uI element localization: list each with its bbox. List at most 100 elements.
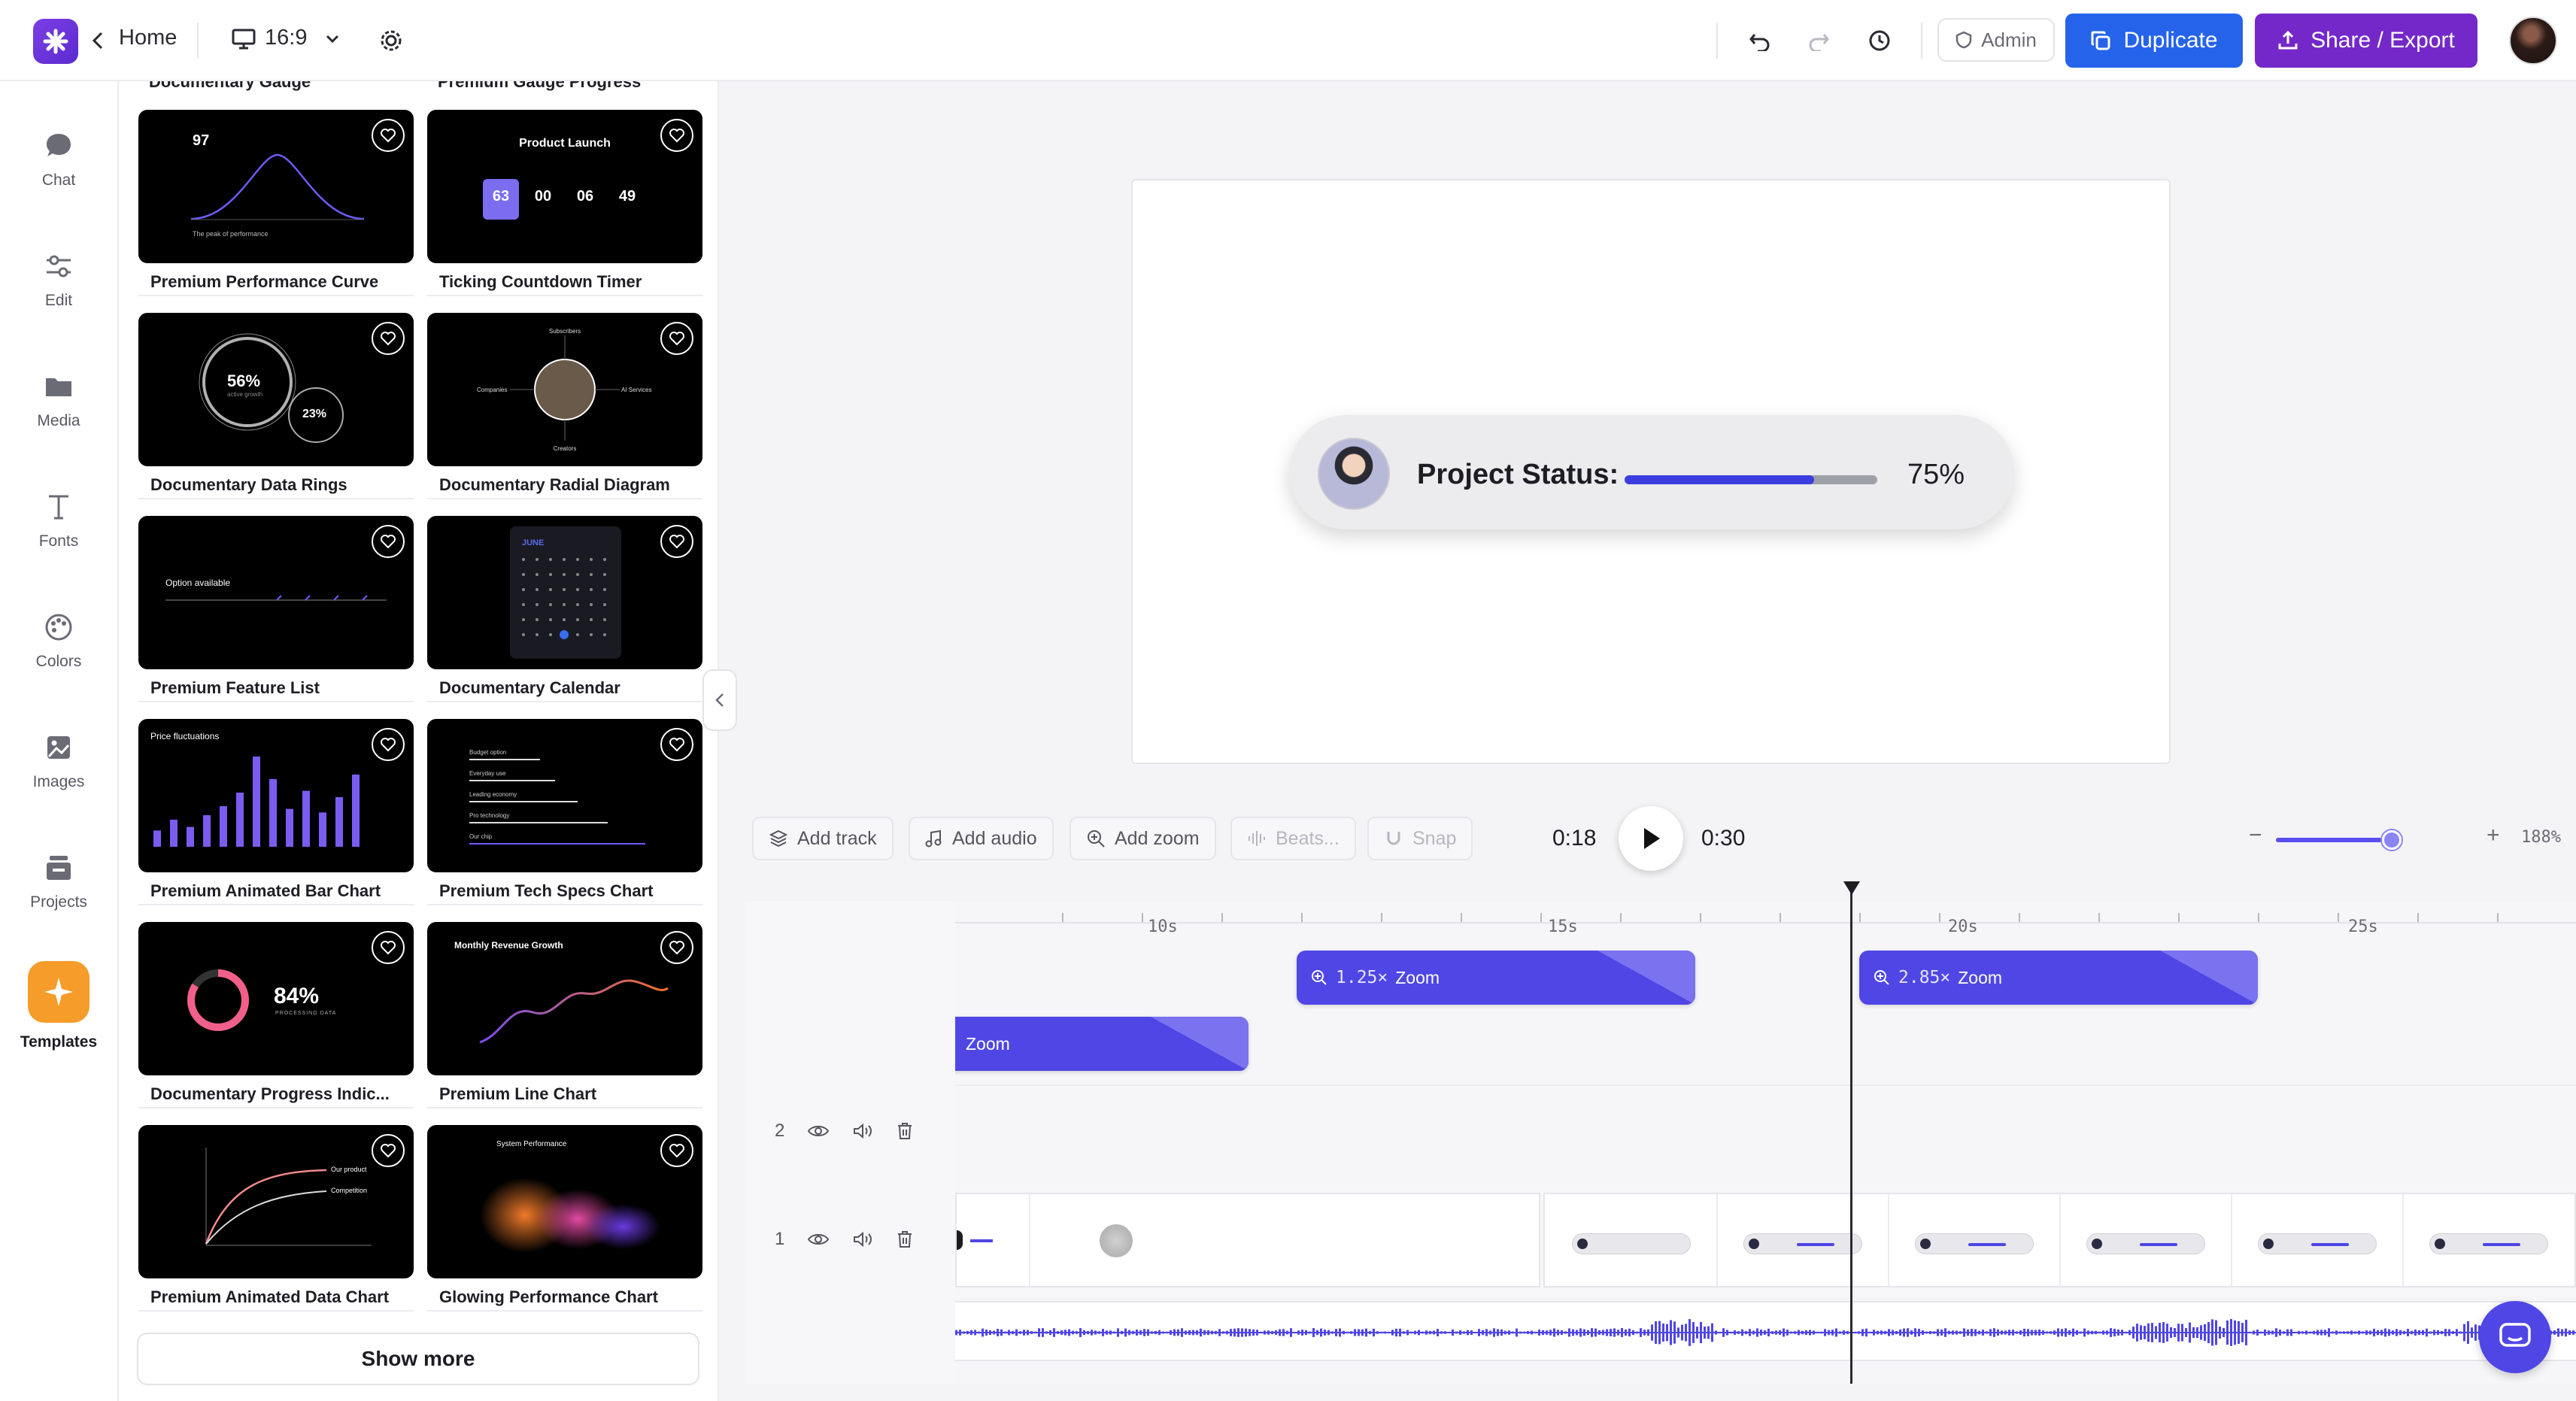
add-audio-button[interactable]: Add audio (909, 817, 1054, 860)
favorite-heart-icon[interactable] (660, 931, 693, 964)
support-chat-button[interactable] (2479, 1301, 2551, 1373)
template-card[interactable]: 84% PROCESSING DATA Documentary Progress… (138, 922, 414, 1110)
template-card-label: Premium Feature List (150, 678, 320, 697)
duplicate-button[interactable]: Duplicate (2065, 14, 2243, 68)
favorite-heart-icon[interactable] (660, 728, 693, 761)
trash-icon[interactable] (896, 1121, 914, 1141)
eye-icon[interactable] (807, 1123, 830, 1139)
zoom-block[interactable]: 1.25× Zoom (1297, 951, 1695, 1005)
template-card[interactable]: Budget option Everyday use Leading econo… (427, 719, 702, 907)
aspect-ratio-select[interactable]: 16:9 (265, 26, 307, 50)
eye-icon[interactable] (807, 1231, 830, 1248)
waveform-sample (2219, 1326, 2221, 1339)
add-zoom-button[interactable]: Add zoom (1070, 817, 1216, 860)
clip-divider (2059, 1194, 2061, 1286)
snap-button[interactable]: Snap (1367, 817, 1473, 860)
favorite-heart-icon[interactable] (372, 322, 405, 355)
add-track-button[interactable]: Add track (752, 817, 894, 860)
video-clip[interactable] (1543, 1193, 2576, 1287)
card-divider (427, 295, 702, 296)
waveform-sample (1403, 1331, 1405, 1334)
waveform-sample (2369, 1330, 2371, 1335)
video-clip[interactable] (955, 1193, 1540, 1287)
calendar-day (576, 603, 579, 606)
nav-item-chat[interactable]: Chat (0, 131, 117, 190)
nav-item-colors[interactable]: Colors (0, 612, 117, 671)
favorite-heart-icon[interactable] (660, 525, 693, 558)
waveform-sample (1354, 1329, 1356, 1336)
home-link[interactable]: Home (119, 26, 177, 50)
trash-icon[interactable] (896, 1230, 914, 1249)
nav-item-templates[interactable]: Templates (0, 961, 117, 1051)
waveform-sample (1185, 1330, 1187, 1335)
template-card[interactable]: Our product Competition Premium Animated… (138, 1125, 414, 1313)
template-card[interactable]: 56% active growth 23% Documentary Data R… (138, 313, 414, 501)
beats-button[interactable]: Beats... (1230, 817, 1356, 860)
favorite-heart-icon[interactable] (372, 728, 405, 761)
nav-item-fonts[interactable]: Fonts (0, 492, 117, 550)
favorite-heart-icon[interactable] (372, 1134, 405, 1167)
template-card[interactable]: Price fluctuations Premium Animated Bar … (138, 719, 414, 907)
zoom-block[interactable]: 2.85× Zoom (1859, 951, 2258, 1005)
back-chevron-icon[interactable] (89, 27, 107, 54)
snap-label: Snap (1412, 827, 1457, 849)
waveform-sample (1820, 1331, 1822, 1334)
nav-item-images[interactable]: Images (0, 732, 117, 791)
favorite-heart-icon[interactable] (660, 322, 693, 355)
ruler-tick (2258, 913, 2259, 922)
waveform-sample (1305, 1330, 1307, 1336)
template-card[interactable]: Product Launch 63 00 06 49 Ticking Count… (427, 110, 702, 298)
waveform-sample (974, 1330, 976, 1336)
waveform-sample (1846, 1330, 1849, 1335)
favorite-heart-icon[interactable] (660, 119, 693, 152)
playhead-line[interactable] (1850, 890, 1852, 1384)
waveform-sample (1433, 1330, 1435, 1335)
waveform-sample (1771, 1331, 1773, 1334)
template-card[interactable]: Subscribers Companies AI Services Creato… (427, 313, 702, 501)
favorite-heart-icon[interactable] (372, 525, 405, 558)
zoom-slider-handle[interactable] (2382, 830, 2402, 850)
zoom-out-button[interactable]: − (2249, 823, 2262, 848)
nav-item-projects[interactable]: Projects (0, 853, 117, 911)
project-status-widget[interactable]: Project Status: 75% (1289, 415, 2014, 529)
playhead-handle[interactable] (1843, 881, 1860, 895)
volume-icon[interactable] (852, 1122, 873, 1140)
ruler-tick (1142, 913, 1143, 922)
template-card[interactable]: 97 The peak of performance Premium Perfo… (138, 110, 414, 298)
waveform-sample (1286, 1330, 1288, 1335)
template-card[interactable]: Monthly Revenue Growth Premium Line Char… (427, 922, 702, 1110)
waveform-sample (2113, 1328, 2116, 1337)
user-avatar[interactable] (2509, 17, 2557, 65)
zoom-block[interactable]: Zoom (955, 1017, 1249, 1071)
template-card[interactable]: System Performance Glowing Performance C… (427, 1125, 702, 1313)
audio-track[interactable] (955, 1301, 2576, 1361)
waveform-sample (1271, 1330, 1273, 1335)
template-card[interactable]: JUNE Documentary Calendar (427, 516, 702, 704)
nav-item-media[interactable]: Media (0, 371, 117, 430)
waveform-sample (1237, 1328, 1239, 1337)
nav-item-edit[interactable]: Edit (0, 251, 117, 310)
volume-icon[interactable] (852, 1230, 873, 1248)
favorite-heart-icon[interactable] (372, 931, 405, 964)
redo-icon[interactable] (1804, 26, 1834, 56)
app-logo[interactable] (33, 19, 78, 64)
chevron-down-icon[interactable] (323, 30, 341, 48)
favorite-heart-icon[interactable] (660, 1134, 693, 1167)
template-card[interactable]: Option available Premium Feature List (138, 516, 414, 704)
history-icon[interactable] (1864, 26, 1894, 56)
waveform-sample (1865, 1328, 1868, 1337)
waveform-sample (2426, 1328, 2428, 1337)
zoom-in-button[interactable]: + (2486, 823, 2500, 848)
preview-canvas[interactable]: Project Status: 75% (1131, 179, 2171, 764)
favorite-heart-icon[interactable] (372, 119, 405, 152)
cutoff-card-label: Premium Gauge Progress (438, 81, 642, 91)
monitor-icon[interactable] (230, 26, 257, 53)
share-export-button[interactable]: Share / Export (2255, 14, 2477, 68)
collapse-panel-button[interactable] (702, 669, 737, 731)
zoom-ramp (1151, 1017, 1249, 1071)
undo-icon[interactable] (1745, 26, 1775, 56)
settings-gear-icon[interactable] (376, 26, 406, 56)
show-more-button[interactable]: Show more (137, 1333, 699, 1385)
play-button[interactable] (1619, 806, 1683, 871)
admin-button[interactable]: Admin (1937, 18, 2055, 62)
